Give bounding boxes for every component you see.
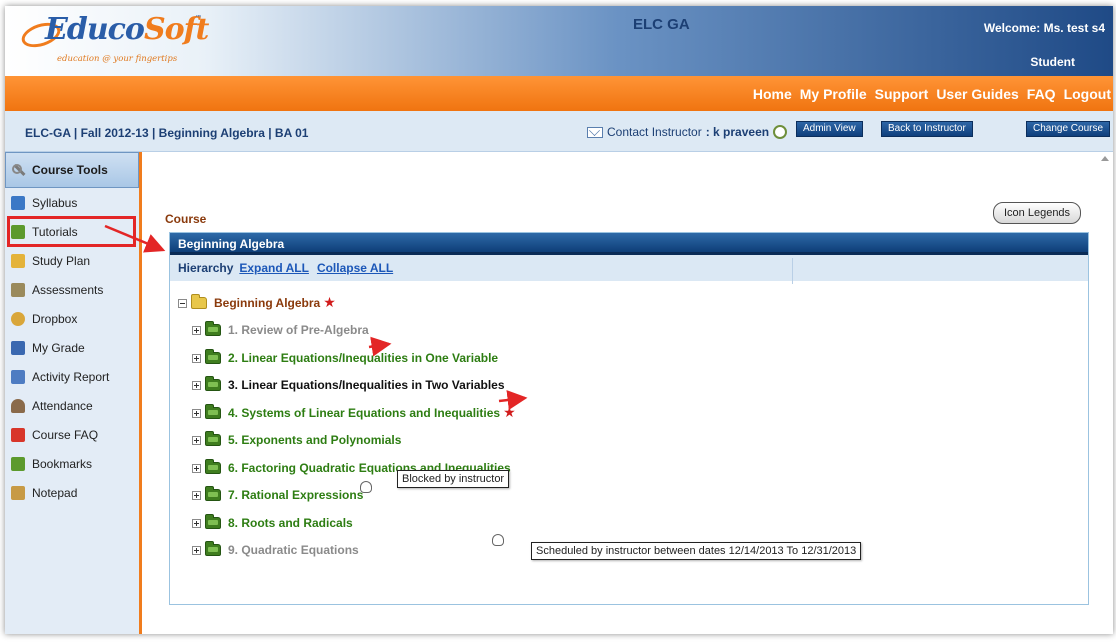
expand-icon[interactable] [192,408,201,418]
tree-item-9[interactable]: 9. Quadratic Equations [192,540,359,560]
top-nav: Home My Profile Support User Guides FAQ … [5,76,1113,111]
sidebar-item-bookmarks[interactable]: Bookmarks [5,449,139,478]
breadcrumb: ELC-GA | Fall 2012-13 | Beginning Algebr… [25,126,309,140]
course-faq-icon [11,427,25,442]
collapse-icon[interactable] [178,298,187,308]
tutorials-icon [11,224,25,239]
expand-icon[interactable] [192,518,201,528]
attendance-icon [11,398,25,413]
logo-tagline: education @ your fingertips [57,54,178,64]
nav-faq[interactable]: FAQ [1027,86,1056,102]
instructor-name: : k praveen [705,125,770,139]
clock-icon [773,125,788,139]
course-tools-sidebar: Course Tools Syllabus Tutorials Study Pl… [5,152,142,634]
collapse-all-link[interactable]: Collapse ALL [317,261,393,275]
course-title: ELC GA [633,16,690,33]
expand-icon[interactable] [192,353,201,363]
header: EducoSoft ™ education @ your fingertips … [5,6,1113,76]
activity-report-icon [11,369,25,384]
tree-item-3[interactable]: 3. Linear Equations/Inequalities in Two … [192,375,505,395]
hierarchy-label: Hierarchy [178,261,234,275]
hierarchy-divider [792,258,793,284]
expand-icon[interactable] [192,545,201,555]
expand-icon[interactable] [192,463,201,473]
folder-open-icon [191,294,207,309]
expand-icon[interactable] [192,435,201,445]
folder-icon [205,376,221,391]
tree-item-4[interactable]: 4. Systems of Linear Equations and Inequ… [192,403,516,423]
folder-icon [205,514,221,529]
expand-icon[interactable] [192,380,201,390]
contact-instructor-link[interactable]: Contact Instructor [607,125,702,139]
user-role: Student [1030,55,1075,69]
welcome-text: Welcome: Ms. test s4 [983,21,1105,35]
nav-user-guides[interactable]: User Guides [936,86,1018,102]
scroll-up-arrow-icon[interactable] [1101,156,1109,161]
mail-icon [587,126,603,138]
admin-view-button[interactable]: Admin View [796,121,863,137]
sidebar-item-tutorials[interactable]: Tutorials [7,216,136,247]
tree-item-1[interactable]: 1. Review of Pre-Algebra [192,320,369,340]
sidebar-item-activity-report[interactable]: Activity Report [5,362,139,391]
icon-legends-button[interactable]: Icon Legends [993,202,1082,224]
folder-icon [205,431,221,446]
contact-instructor[interactable]: Contact Instructor : k praveen [587,125,788,139]
dropbox-icon [11,311,25,326]
nav-support[interactable]: Support [875,86,929,102]
star-icon: ★ [503,405,516,421]
syllabus-icon [11,195,25,210]
tools-icon [12,163,26,177]
study-plan-icon [11,253,25,268]
panel-title: Beginning Algebra [170,233,1088,255]
bookmarks-icon [11,456,25,471]
folder-icon [205,349,221,364]
nav-my-profile[interactable]: My Profile [800,86,867,102]
nav-logout[interactable]: Logout [1064,86,1111,102]
main-content: Course Icon Legends Beginning Algebra Hi… [145,152,1113,634]
breadcrumb-bar: ELC-GA | Fall 2012-13 | Beginning Algebr… [5,111,1113,152]
educosoft-logo: EducoSoft ™ education @ your fingertips [18,12,219,70]
nav-home[interactable]: Home [753,86,792,102]
sidebar-item-study-plan[interactable]: Study Plan [5,246,139,275]
sidebar-item-attendance[interactable]: Attendance [5,391,139,420]
expand-icon[interactable] [192,490,201,500]
expand-all-link[interactable]: Expand ALL [239,261,309,275]
change-course-button[interactable]: Change Course [1026,121,1111,137]
expand-icon[interactable] [192,325,201,335]
section-title: Course [165,212,207,226]
grade-icon [11,340,25,355]
tree-item-5[interactable]: 5. Exponents and Polynomials [192,430,401,450]
sidebar-item-my-grade[interactable]: My Grade [5,333,139,362]
sidebar-item-assessments[interactable]: Assessments [5,275,139,304]
tree-item-8[interactable]: 8. Roots and Radicals [192,513,353,533]
tree-root[interactable]: Beginning Algebra ★ [178,293,336,313]
course-tools-header: Course Tools [5,152,139,188]
course-panel: Beginning Algebra Hierarchy Expand ALL C… [169,232,1089,605]
sidebar-item-syllabus[interactable]: Syllabus [5,188,139,217]
tooltip-scheduled: Scheduled by instructor between dates 12… [531,542,862,560]
sidebar-item-course-faq[interactable]: Course FAQ [5,420,139,449]
back-to-instructor-button[interactable]: Back to Instructor [881,121,973,137]
star-icon: ★ [323,295,336,311]
hand-cursor-icon [492,534,504,546]
folder-icon [205,486,221,501]
folder-icon [205,404,221,419]
notepad-icon [11,485,25,500]
hand-cursor-icon [360,481,372,493]
assessments-icon [11,282,25,297]
hierarchy-bar: Hierarchy Expand ALL Collapse ALL [170,255,1088,281]
tree-item-7[interactable]: 7. Rational Expressions [192,485,363,505]
folder-icon [205,459,221,474]
tree-item-2[interactable]: 2. Linear Equations/Inequalities in One … [192,348,498,368]
sidebar-item-dropbox[interactable]: Dropbox [5,304,139,333]
sidebar-item-notepad[interactable]: Notepad [5,478,139,507]
app-window: EducoSoft ™ education @ your fingertips … [5,6,1113,634]
tooltip-blocked: Blocked by instructor [397,470,510,488]
folder-icon [205,321,221,336]
folder-icon [205,541,221,556]
